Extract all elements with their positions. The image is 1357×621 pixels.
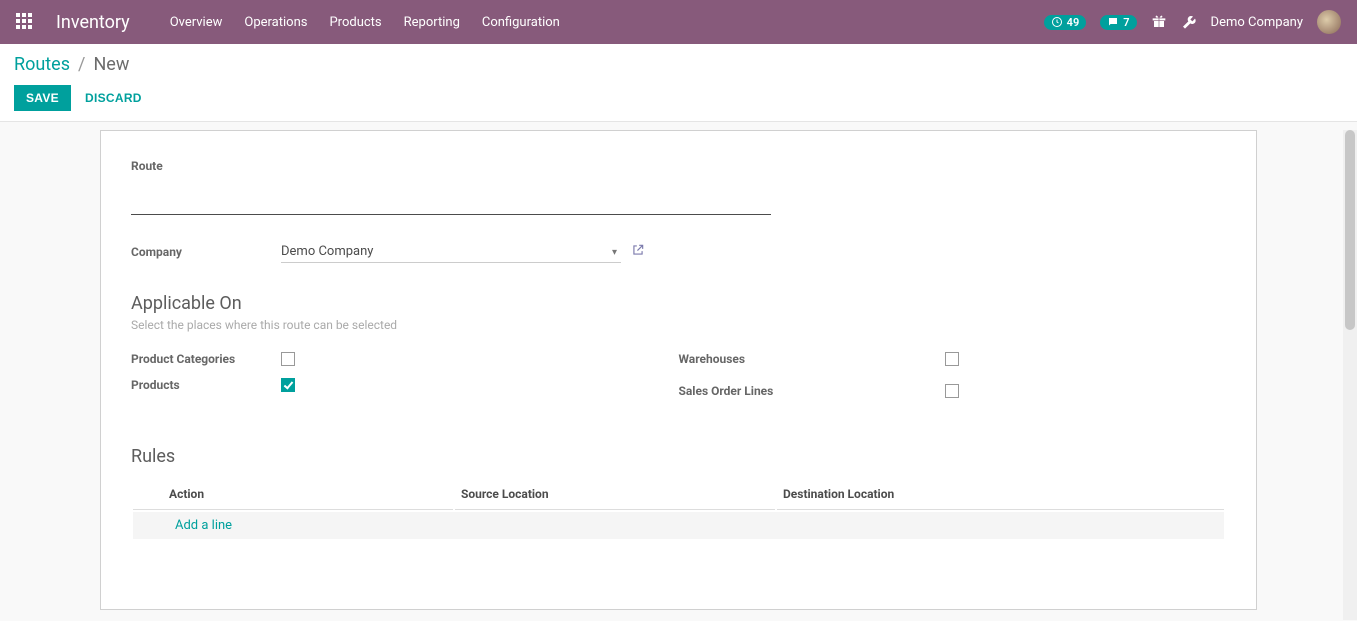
breadcrumb-parent[interactable]: Routes	[14, 54, 70, 75]
app-brand[interactable]: Inventory	[56, 12, 130, 33]
products-label: Products	[131, 378, 281, 392]
sales-order-lines-checkbox[interactable]	[945, 384, 959, 398]
chat-icon	[1107, 16, 1119, 28]
activity-count: 49	[1067, 16, 1080, 29]
form-sheet-wrap: Route Company Demo Company ▾ Applicable …	[0, 122, 1357, 613]
product-categories-checkbox[interactable]	[281, 352, 295, 366]
activity-counter[interactable]: 49	[1044, 15, 1087, 30]
topbar: Inventory Overview Operations Products R…	[0, 0, 1357, 44]
breadcrumb-current: New	[93, 54, 129, 75]
nav-configuration[interactable]: Configuration	[482, 15, 560, 30]
wrench-icon[interactable]	[1181, 14, 1197, 30]
section-rules: Rules	[131, 446, 1226, 467]
gift-icon[interactable]	[1151, 14, 1167, 30]
company-label: Company	[131, 245, 281, 259]
apps-icon[interactable]	[16, 13, 34, 31]
route-input[interactable]	[131, 177, 771, 215]
nav-reporting[interactable]: Reporting	[404, 15, 460, 30]
msg-count: 7	[1123, 16, 1129, 29]
company-field[interactable]: Demo Company ▾	[281, 241, 621, 263]
form-sheet: Route Company Demo Company ▾ Applicable …	[100, 130, 1257, 610]
chevron-down-icon[interactable]: ▾	[612, 247, 617, 258]
col-destination-location[interactable]: Destination Location	[777, 479, 1224, 510]
sales-order-lines-label: Sales Order Lines	[679, 384, 945, 398]
section-applicable-help: Select the places where this route can b…	[131, 318, 1226, 332]
col-source-location[interactable]: Source Location	[455, 479, 775, 510]
warehouses-label: Warehouses	[679, 352, 945, 366]
nav-products[interactable]: Products	[329, 15, 381, 30]
scrollbar-thumb[interactable]	[1345, 130, 1355, 330]
scrollbar[interactable]	[1343, 130, 1357, 620]
clock-icon	[1051, 16, 1063, 28]
breadcrumb-sep: /	[78, 54, 85, 75]
user-avatar[interactable]	[1317, 10, 1341, 34]
nav-operations[interactable]: Operations	[244, 15, 307, 30]
section-applicable-on: Applicable On	[131, 293, 1226, 314]
table-row: Add a line	[133, 512, 1224, 539]
discard-button[interactable]: DISCARD	[73, 85, 154, 111]
discuss-counter[interactable]: 7	[1100, 15, 1136, 30]
route-label: Route	[131, 159, 1226, 173]
company-value: Demo Company	[281, 244, 373, 259]
products-checkbox[interactable]	[281, 378, 295, 392]
nav-overview[interactable]: Overview	[170, 15, 223, 30]
rules-table: Action Source Location Destination Locat…	[131, 477, 1226, 541]
save-button[interactable]: SAVE	[14, 85, 71, 111]
add-line-link[interactable]: Add a line	[139, 518, 232, 533]
nav-menu: Overview Operations Products Reporting C…	[170, 15, 560, 30]
warehouses-checkbox[interactable]	[945, 352, 959, 366]
external-link-icon[interactable]	[631, 243, 645, 261]
breadcrumb: Routes / New	[14, 54, 1343, 75]
company-switcher[interactable]: Demo Company	[1211, 15, 1303, 30]
product-categories-label: Product Categories	[131, 352, 281, 366]
control-panel: Routes / New SAVE DISCARD	[0, 44, 1357, 122]
col-action[interactable]: Action	[133, 479, 453, 510]
